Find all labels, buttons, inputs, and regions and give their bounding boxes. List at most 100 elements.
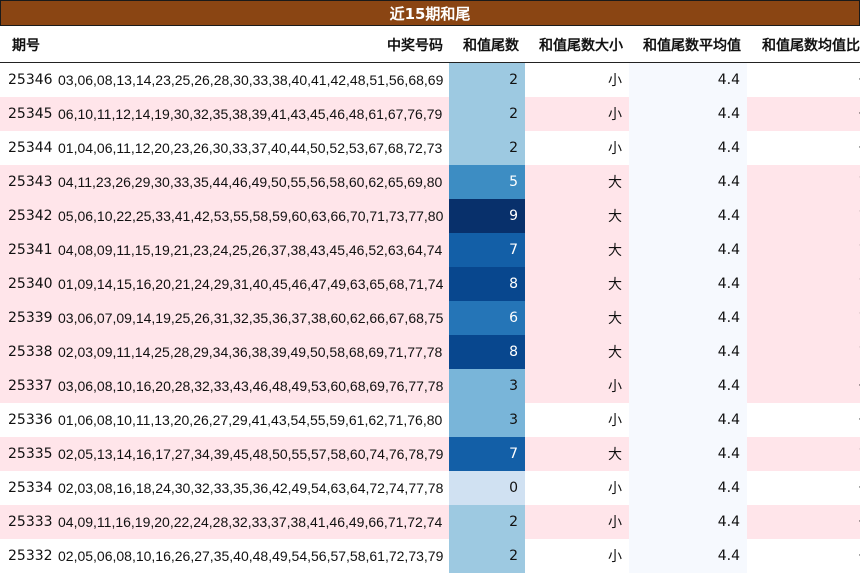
average-cell: 4.4 xyxy=(629,131,747,165)
tail-cell: 2 xyxy=(449,131,525,165)
header-row: 期号 中奖号码 和值尾数 和值尾数大小 和值尾数平均值 和值尾数均值比较 xyxy=(0,27,860,63)
average-cell: 4.4 xyxy=(629,335,747,369)
size-cell: 大 xyxy=(525,233,629,267)
size-cell: 小 xyxy=(608,73,622,89)
size-cell: 小 xyxy=(608,141,622,157)
size-cell: 小 xyxy=(608,549,622,565)
tail-cell: 8 xyxy=(449,335,525,369)
compare-cell: 低 xyxy=(747,539,860,573)
average-cell: 4.4 xyxy=(629,505,747,539)
tail-cell: 3 xyxy=(449,403,525,437)
table-row: 25343 04,11,23,26,29,30,33,35,44,46,49,50… xyxy=(0,165,860,199)
period-cell: 25336 xyxy=(8,412,53,428)
numbers-cell: 01,09,14,15,16,20,21,24,29,31,40,45,46,4… xyxy=(58,267,449,301)
compare-cell: 低 xyxy=(747,131,860,165)
table-row: 25339 03,06,07,09,14,19,25,26,31,32,35,36… xyxy=(0,301,860,335)
average-cell: 4.4 xyxy=(629,165,747,199)
average-cell: 4.4 xyxy=(629,301,747,335)
compare-cell: 高 xyxy=(747,301,860,335)
numbers-cell: 04,08,09,11,15,19,21,23,24,25,26,37,38,4… xyxy=(58,233,449,267)
size-cell: 小 xyxy=(525,97,629,131)
tail-cell: 2 xyxy=(449,539,525,573)
average-cell: 4.4 xyxy=(629,62,747,97)
period-cell: 25332 xyxy=(8,548,53,564)
header-tail: 和值尾数 xyxy=(449,27,525,63)
size-cell: 小 xyxy=(525,369,629,403)
table-title: 近15期和尾 xyxy=(0,0,860,26)
table-row: 25338 02,03,09,11,14,25,28,29,34,36,38,39… xyxy=(0,335,860,369)
header-compare: 和值尾数均值比较 xyxy=(747,27,860,63)
tail-cell: 3 xyxy=(449,369,525,403)
average-cell: 4.4 xyxy=(629,471,747,505)
size-cell: 大 xyxy=(525,301,629,335)
average-cell: 4.4 xyxy=(629,539,747,573)
size-cell: 大 xyxy=(525,267,629,301)
period-cell: 25334 xyxy=(8,480,53,496)
tail-sum-table: 期号 中奖号码 和值尾数 和值尾数大小 和值尾数平均值 和值尾数均值比较 253… xyxy=(0,27,860,573)
table-row: 25333 04,09,11,16,19,20,22,24,28,32,33,37… xyxy=(0,505,860,539)
header-numbers: 中奖号码 xyxy=(58,27,449,63)
table-body: 25346 03,06,08,13,14,23,25,26,28,30,33,38… xyxy=(0,62,860,573)
table-row: 25337 03,06,08,10,16,20,28,32,33,43,46,48… xyxy=(0,369,860,403)
tail-cell: 2 xyxy=(449,97,525,131)
average-cell: 4.4 xyxy=(629,199,747,233)
numbers-cell: 04,11,23,26,29,30,33,35,44,46,49,50,55,5… xyxy=(58,165,449,199)
period-cell: 25343 xyxy=(0,165,58,199)
table-row: 25334 02,03,08,16,18,24,30,32,33,35,36,42… xyxy=(0,471,860,505)
size-cell: 大 xyxy=(525,165,629,199)
table-row: 25332 02,05,06,08,10,16,26,27,35,40,48,49… xyxy=(0,539,860,573)
period-cell: 25341 xyxy=(0,233,58,267)
size-cell: 大 xyxy=(525,335,629,369)
numbers-cell: 02,03,08,16,18,24,30,32,33,35,36,42,49,5… xyxy=(58,480,444,496)
tail-cell: 6 xyxy=(449,301,525,335)
numbers-cell: 02,05,06,08,10,16,26,27,35,40,48,49,54,5… xyxy=(58,548,444,564)
table-row: 25344 01,04,06,11,12,20,23,26,30,33,37,40… xyxy=(0,131,860,165)
period-cell: 25338 xyxy=(0,335,58,369)
numbers-cell: 01,06,08,10,11,13,20,26,27,29,41,43,54,5… xyxy=(58,412,443,428)
tail-cell: 9 xyxy=(449,199,525,233)
compare-cell: 低 xyxy=(747,403,860,437)
size-cell: 小 xyxy=(608,413,622,429)
numbers-cell: 06,10,11,12,14,19,30,32,35,38,39,41,43,4… xyxy=(58,97,449,131)
average-cell: 4.4 xyxy=(629,403,747,437)
tail-cell: 8 xyxy=(449,267,525,301)
compare-cell: 高 xyxy=(747,165,860,199)
compare-cell: 低 xyxy=(747,369,860,403)
period-cell: 25345 xyxy=(0,97,58,131)
table-row: 25335 02,05,13,14,16,17,27,34,39,45,48,50… xyxy=(0,437,860,471)
tail-cell: 2 xyxy=(449,505,525,539)
period-cell: 25333 xyxy=(0,505,58,539)
numbers-cell: 03,06,07,09,14,19,25,26,31,32,35,36,37,3… xyxy=(58,301,449,335)
numbers-cell: 03,06,08,10,16,20,28,32,33,43,46,48,49,5… xyxy=(58,369,449,403)
compare-cell: 低 xyxy=(747,97,860,131)
size-cell: 小 xyxy=(525,505,629,539)
numbers-cell: 03,06,08,13,14,23,25,26,28,30,33,38,40,4… xyxy=(58,72,444,88)
numbers-cell: 02,03,09,11,14,25,28,29,34,36,38,39,49,5… xyxy=(58,335,449,369)
period-cell: 25340 xyxy=(0,267,58,301)
compare-cell: 低 xyxy=(747,505,860,539)
table-row: 25336 01,06,08,10,11,13,20,26,27,29,41,43… xyxy=(0,403,860,437)
compare-cell: 高 xyxy=(747,267,860,301)
compare-cell: 低 xyxy=(747,471,860,505)
period-cell: 25339 xyxy=(0,301,58,335)
compare-cell: 高 xyxy=(747,199,860,233)
tail-cell: 7 xyxy=(449,437,525,471)
tail-cell: 0 xyxy=(449,471,525,505)
header-size: 和值尾数大小 xyxy=(525,27,629,63)
period-cell: 25335 xyxy=(0,437,58,471)
table-row: 25341 04,08,09,11,15,19,21,23,24,25,26,37… xyxy=(0,233,860,267)
tail-cell: 7 xyxy=(449,233,525,267)
size-cell: 小 xyxy=(608,481,622,497)
header-period: 期号 xyxy=(0,27,58,63)
average-cell: 4.4 xyxy=(629,267,747,301)
size-cell: 大 xyxy=(525,199,629,233)
period-cell: 25337 xyxy=(0,369,58,403)
numbers-cell: 02,05,13,14,16,17,27,34,39,45,48,50,55,5… xyxy=(58,437,449,471)
compare-cell: 高 xyxy=(747,437,860,471)
period-cell: 25342 xyxy=(0,199,58,233)
table-row: 25345 06,10,11,12,14,19,30,32,35,38,39,41… xyxy=(0,97,860,131)
tail-cell: 2 xyxy=(449,62,525,97)
compare-cell: 高 xyxy=(747,233,860,267)
table-row: 25342 05,06,10,22,25,33,41,42,53,55,58,59… xyxy=(0,199,860,233)
average-cell: 4.4 xyxy=(629,369,747,403)
